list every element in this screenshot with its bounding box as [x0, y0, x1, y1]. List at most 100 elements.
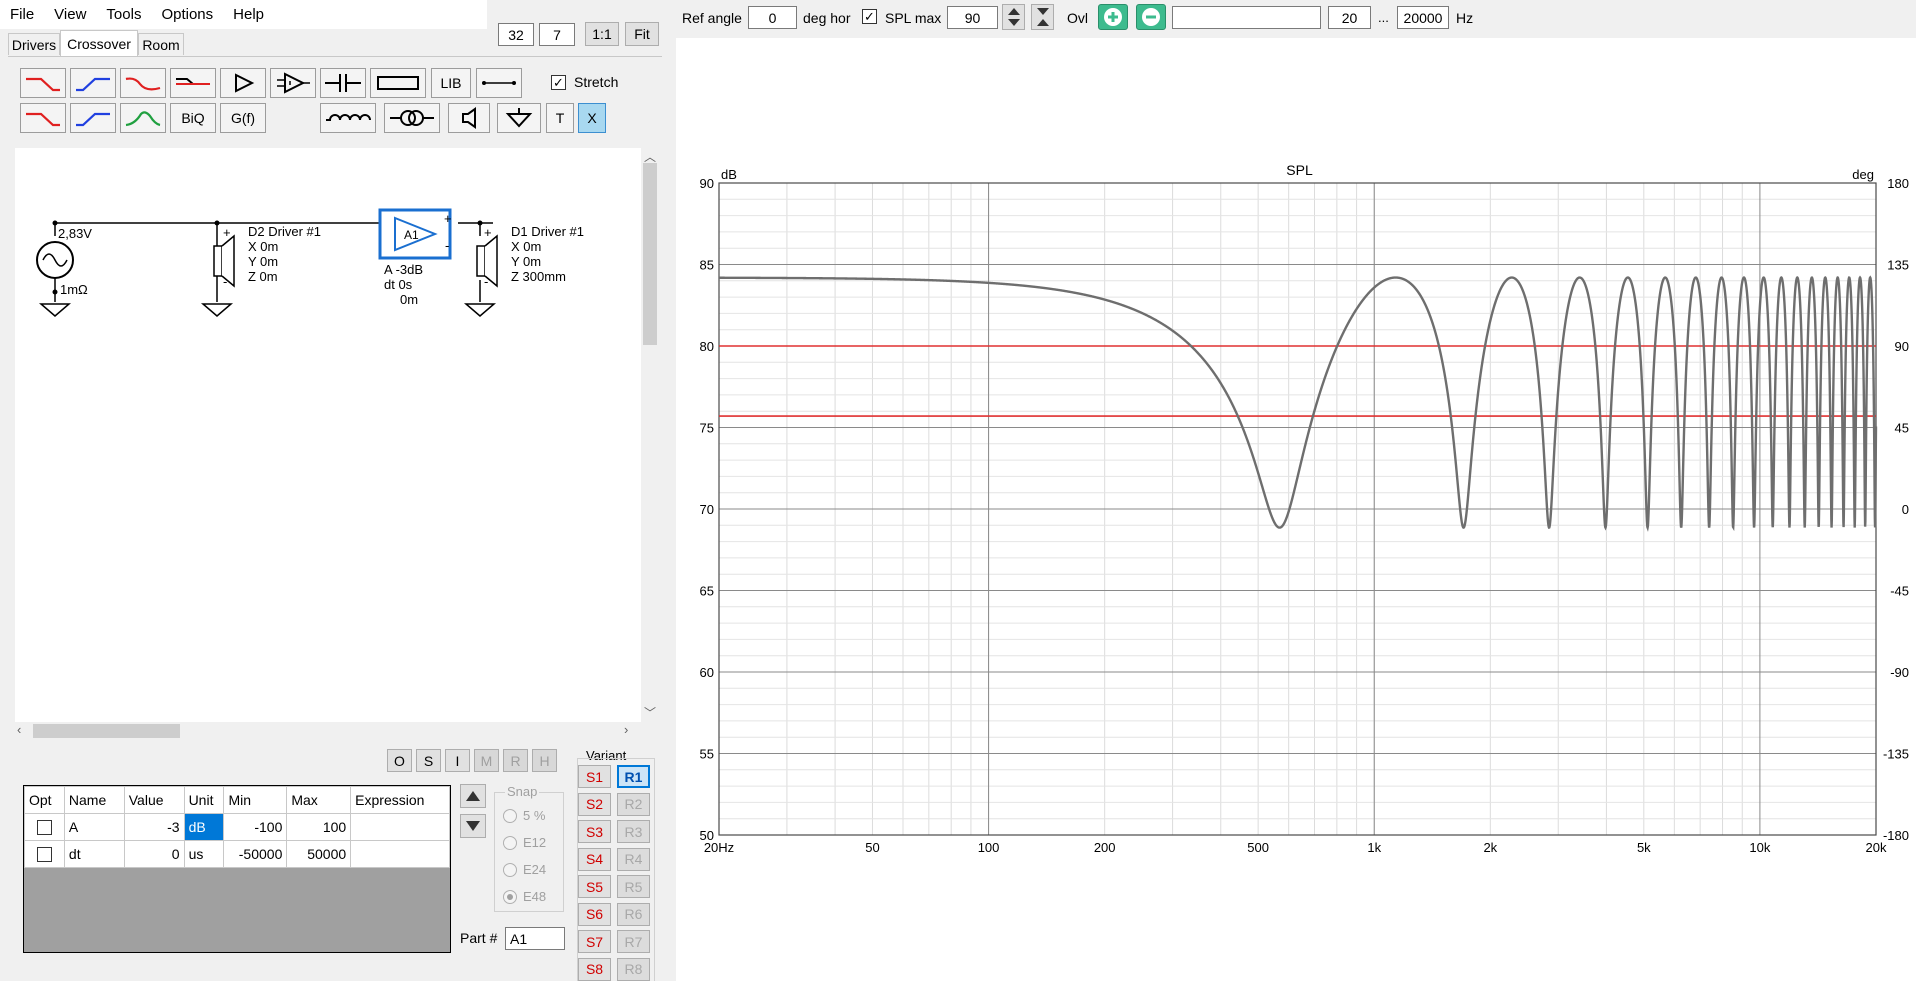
variant-s3-button[interactable]: S3: [578, 820, 611, 843]
scroll-left-icon[interactable]: ‹: [17, 722, 21, 737]
variant-s5-button[interactable]: S5: [578, 875, 611, 898]
variant-s4-button[interactable]: S4: [578, 847, 611, 871]
capacitor-icon[interactable]: [320, 68, 366, 98]
lowpass-red-icon[interactable]: [20, 68, 66, 98]
zoom-a-field[interactable]: 32: [498, 23, 534, 46]
variant-s1-button[interactable]: S1: [578, 765, 611, 788]
variant-r5-button[interactable]: R5: [617, 875, 650, 898]
row-value[interactable]: 0: [123, 840, 185, 868]
menu-view[interactable]: View: [44, 1, 96, 29]
i-button[interactable]: I: [445, 749, 470, 772]
h-button[interactable]: H: [532, 749, 557, 772]
spl-spinner-icon[interactable]: [1002, 4, 1025, 30]
snap-option-e24[interactable]: E24: [503, 862, 546, 877]
snap-option-e48[interactable]: E48: [503, 889, 546, 904]
allpass-red-icon[interactable]: [120, 68, 166, 98]
row-value[interactable]: -3: [123, 813, 185, 841]
tab-drivers[interactable]: Drivers: [8, 33, 60, 55]
highpass-blue-icon[interactable]: [70, 68, 116, 98]
library-button[interactable]: LIB: [431, 68, 471, 98]
inductor-icon[interactable]: [320, 103, 376, 133]
variant-r7-button[interactable]: R7: [617, 930, 650, 953]
col-min[interactable]: Min: [223, 786, 288, 814]
scroll-right-icon[interactable]: ›: [624, 722, 628, 737]
fmax-field[interactable]: 20000: [1397, 6, 1449, 29]
menu-options[interactable]: Options: [151, 1, 223, 29]
remove-overlay-button[interactable]: [1136, 4, 1166, 30]
schematic-horizontal-scrollbar[interactable]: ‹ ›: [15, 722, 642, 740]
row-max[interactable]: 100: [286, 813, 352, 841]
schematic-canvas[interactable]: + - + - + - 2,83V 1mΩ D2 Driver #1 X 0m …: [15, 148, 642, 723]
vertical-scroll-thumb[interactable]: [643, 163, 657, 345]
add-overlay-button[interactable]: [1098, 4, 1128, 30]
opamp-icon[interactable]: [270, 68, 316, 98]
snap-option-e12[interactable]: E12: [503, 835, 546, 850]
transformer-icon[interactable]: [384, 103, 440, 133]
overlay-name-field[interactable]: [1172, 6, 1321, 29]
spl-max-checkbox[interactable]: ✓: [862, 9, 877, 24]
table-row[interactable]: dt 0 us -50000 50000: [24, 840, 450, 868]
zoom-b-field[interactable]: 7: [539, 23, 575, 46]
transfer-function-button[interactable]: G(f): [220, 103, 266, 133]
ground-icon[interactable]: [497, 103, 541, 133]
o-button[interactable]: O: [387, 749, 412, 772]
opt-checkbox-dt[interactable]: [36, 847, 52, 863]
s-button[interactable]: S: [416, 749, 441, 772]
delete-tool-button[interactable]: X: [578, 103, 606, 133]
variant-s2-button[interactable]: S2: [578, 792, 611, 816]
spl-chart[interactable]: SPL dB deg 90 85 80 75 70 65 60 55 50 180 135 90 45 0 -45…: [676, 38, 1916, 981]
row-expression[interactable]: [350, 813, 450, 841]
text-tool-button[interactable]: T: [546, 103, 574, 133]
row-unit[interactable]: dB: [183, 813, 225, 841]
spl-graph-panel[interactable]: SPL dB deg 90 85 80 75 70 65 60 55 50 180 135 90 45 0 -45…: [676, 38, 1916, 981]
table-row[interactable]: A -3 dB -100 100: [24, 813, 450, 841]
m-button[interactable]: M: [474, 749, 499, 772]
zoom-fit-button[interactable]: Fit: [625, 22, 659, 46]
biquad-button[interactable]: BiQ: [170, 103, 216, 133]
tab-crossover[interactable]: Crossover: [60, 30, 138, 56]
menu-help[interactable]: Help: [223, 1, 274, 29]
opt-checkbox-a[interactable]: [36, 820, 52, 836]
ref-angle-field[interactable]: 0: [748, 6, 797, 29]
snap-option-5[interactable]: 5 %: [503, 808, 545, 823]
highpass2-blue-icon[interactable]: [70, 103, 116, 133]
spl-max-field[interactable]: 90: [947, 6, 998, 29]
col-expression[interactable]: Expression: [350, 786, 450, 814]
variant-r8-button[interactable]: R8: [617, 957, 650, 981]
menu-file[interactable]: File: [0, 1, 44, 29]
lowpass2-red-icon[interactable]: [20, 103, 66, 133]
row-max[interactable]: 50000: [286, 840, 352, 868]
horizontal-scroll-thumb[interactable]: [33, 724, 180, 738]
variant-r4-button[interactable]: R4: [617, 847, 650, 871]
wire-icon[interactable]: [476, 68, 522, 98]
amplifier-icon[interactable]: [220, 68, 266, 98]
schematic-vertical-scrollbar[interactable]: ︿ ﹀: [641, 148, 659, 723]
variant-s6-button[interactable]: S6: [578, 902, 611, 926]
stretch-checkbox[interactable]: ✓: [551, 75, 566, 90]
col-name[interactable]: Name: [63, 786, 125, 814]
row-min[interactable]: -100: [223, 813, 288, 841]
row-unit[interactable]: us: [183, 840, 225, 868]
col-opt[interactable]: Opt: [24, 786, 65, 814]
scroll-down-icon[interactable]: ﹀: [644, 704, 656, 721]
menu-tools[interactable]: Tools: [96, 1, 151, 29]
row-min[interactable]: -50000: [223, 840, 288, 868]
variant-r2-button[interactable]: R2: [617, 792, 650, 816]
variant-s8-button[interactable]: S8: [578, 957, 611, 981]
move-up-button[interactable]: [460, 784, 486, 808]
bandpass-green-icon[interactable]: [120, 103, 166, 133]
r-button[interactable]: R: [503, 749, 528, 772]
tab-room[interactable]: Room: [138, 33, 184, 55]
col-max[interactable]: Max: [286, 786, 352, 814]
variant-r1-button[interactable]: R1: [617, 765, 650, 788]
col-unit[interactable]: Unit: [183, 786, 225, 814]
move-down-button[interactable]: [460, 814, 486, 838]
resistor-icon[interactable]: [370, 68, 426, 98]
part-number-field[interactable]: A1: [505, 927, 565, 950]
fmin-field[interactable]: 20: [1328, 6, 1371, 29]
variant-r6-button[interactable]: R6: [617, 902, 650, 926]
row-name[interactable]: dt: [63, 840, 125, 868]
col-value[interactable]: Value: [123, 786, 185, 814]
spl-range-icon[interactable]: [1031, 4, 1054, 30]
variant-r3-button[interactable]: R3: [617, 820, 650, 843]
